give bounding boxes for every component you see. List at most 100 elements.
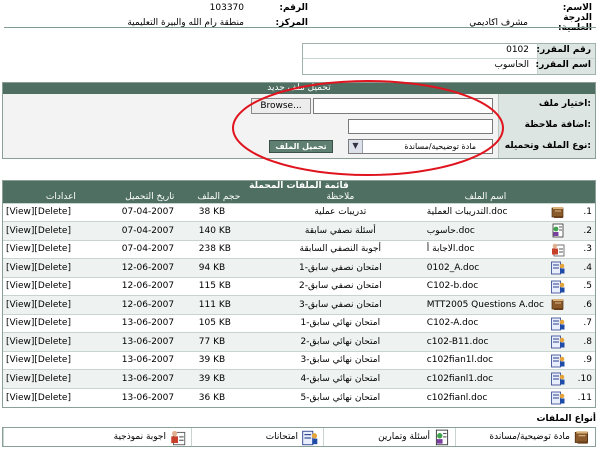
table-row: 2. حاسوب.doc أسئلة نصفي سابقة 140 KB 07-04-2… [3,221,595,240]
table-row: 9. c102fian1l.doc امتحان نهائي سابق-3 39 KB… [3,350,595,370]
center-value: منطقة رام الله والبيرة التعليمية [127,18,244,28]
file-name[interactable]: الاجابة أ.doc [423,239,547,259]
file-size: 39 KB [180,350,257,370]
row-number: 10. [569,369,595,388]
table-row: 5. C102-b.doc امتحان نصفي سابق-2 115 KB 12-0… [3,276,595,296]
file-actions[interactable]: [View][Delete] [3,276,119,296]
file-size: 39 KB [180,369,257,388]
exam-icon [550,316,566,331]
file-note: أجوبة النصفي السابقة [256,239,424,259]
file-actions[interactable]: [View][Delete] [3,369,119,388]
file-path-input[interactable] [313,98,493,114]
exam-icon [550,390,566,405]
file-name[interactable]: c102fian1l.doc [423,350,547,370]
file-name[interactable]: 0102_A.doc [423,258,547,277]
file-actions[interactable]: [View][Delete] [3,202,119,222]
course-number-value: 0102 [506,45,529,55]
file-icon-cell [547,332,569,351]
file-type-label: مادة توضيحية/مساندة [489,432,570,442]
row-number: 7. [569,313,595,333]
header-note: ملاحظة [256,192,424,203]
exam-icon [550,353,566,368]
file-actions[interactable]: [View][Delete] [3,258,119,277]
degree-label: الدرجة العلمية: [558,13,592,33]
book-icon [550,297,566,312]
book-icon [550,205,566,220]
file-date: 07-04-2007 [118,202,181,222]
course-number-row: رقم المقرر: 0102 [303,44,595,59]
file-note: أسئلة نصفي سابقة [256,221,424,240]
course-name-row: اسم المقرر: الحاسوب [303,59,595,74]
file-date: 07-04-2007 [118,239,181,259]
row-number: 9. [569,350,595,370]
number-value: 103370 [209,2,244,13]
file-actions[interactable]: [View][Delete] [3,295,119,314]
file-name[interactable]: c102-B11.doc [423,332,547,351]
exam-icon [301,429,319,446]
file-icon-cell [547,295,569,314]
file-icon-cell [547,239,569,259]
chevron-down-icon[interactable]: ▼ [349,140,363,153]
file-actions[interactable]: [View][Delete] [3,350,119,370]
file-icon-cell [547,350,569,370]
file-icon-cell [547,276,569,296]
worksheet-icon [550,223,566,238]
file-size: 115 KB [180,276,257,296]
file-icon-cell [547,202,569,222]
header-icon [547,192,569,203]
file-actions[interactable]: [View][Delete] [3,332,119,351]
file-actions[interactable]: [View][Delete] [3,221,119,240]
exam-icon [550,371,566,386]
file-icon-cell [547,221,569,240]
file-size: 36 KB [180,387,257,407]
table-row: 1. التدريبات العملية.doc تدريبات عملية 38 K… [3,202,595,222]
file-size: 38 KB [180,202,257,222]
file-date: 12-06-2007 [118,258,181,277]
file-name[interactable]: حاسوب.doc [423,221,547,240]
file-size: 140 KB [180,221,257,240]
file-name[interactable]: C102-b.doc [423,276,547,296]
upload-title: تحميل ملف جديد [3,83,595,94]
file-size: 105 KB [180,313,257,333]
row-number: 5. [569,276,595,296]
table-row: 4. 0102_A.doc امتحان نصفي سابق-1 94 KB 12-06… [3,258,595,277]
answers-icon [169,429,187,446]
upload-file-button[interactable]: تحميل الملف [269,140,333,153]
file-actions[interactable]: [View][Delete] [3,387,119,407]
file-type-select[interactable]: ▼ مادة توضيحية/مساندة [348,139,493,154]
row-number: 6. [569,295,595,314]
file-date: 13-06-2007 [118,350,181,370]
choose-file-label: اختيار ملف: [538,99,591,109]
file-name[interactable]: c102fianl1.doc [423,369,547,388]
file-name[interactable]: التدريبات العملية.doc [423,202,547,222]
file-size: 94 KB [180,258,257,277]
header-size: حجم الملف [180,192,257,203]
file-size: 238 KB [180,239,257,259]
file-date: 13-06-2007 [118,369,181,388]
file-actions[interactable]: [View][Delete] [3,239,119,259]
file-size: 111 KB [180,295,257,314]
file-icon-cell [547,387,569,407]
header-divider [4,27,596,28]
file-note: امتحان نهائي سابق-1 [256,313,424,333]
file-size: 77 KB [180,332,257,351]
note-input[interactable] [348,119,493,134]
degree-value: مشرف اكاديمي [469,18,528,28]
browse-button[interactable]: Browse... [251,98,311,114]
file-name[interactable]: MTT2005 Questions A.doc [423,295,547,314]
table-row: 3. الاجابة أ.doc أجوبة النصفي السابقة 238 K… [3,239,595,259]
file-note: امتحان نهائي سابق-2 [256,332,424,351]
file-name[interactable]: C102-A.doc [423,313,547,333]
header-num [569,192,595,203]
file-name[interactable]: c102fianl.doc [423,387,547,407]
file-icon-cell [547,369,569,388]
upload-panel: تحميل ملف جديد اختيار ملف: اضافة ملاحظة:… [2,82,596,159]
file-note: امتحان نهائي سابق-5 [256,387,424,407]
row-number: 11. [569,387,595,407]
file-note: تدريبات عملية [256,202,424,222]
header-actions: اعدادات [3,192,119,203]
file-actions[interactable]: [View][Delete] [3,313,119,333]
file-type-item: اجوبة نموذجية [3,428,191,446]
course-number-label: رقم المقرر: [536,44,595,58]
file-note: امتحان نصفي سابق-2 [256,276,424,296]
